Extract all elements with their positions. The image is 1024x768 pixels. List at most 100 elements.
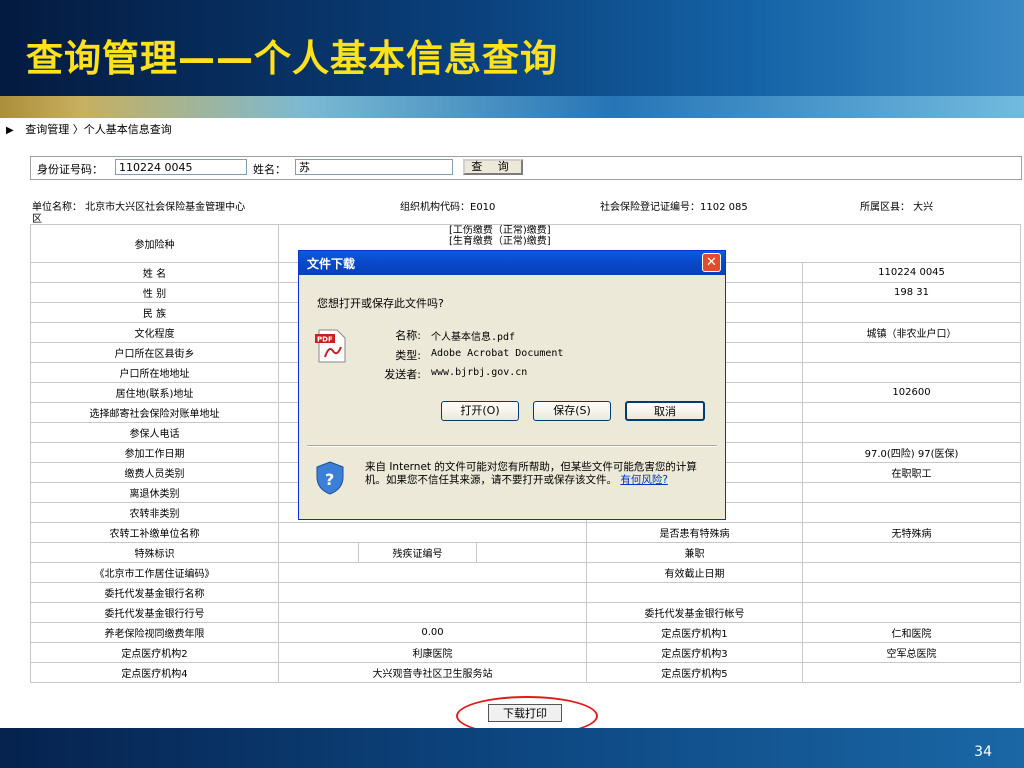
field-value-2 bbox=[801, 662, 1022, 683]
field-value-2 bbox=[801, 422, 1022, 443]
search-bar: 身份证号码： 110224 0045 姓名： 苏 查 询 bbox=[30, 156, 1022, 180]
table-row: 定点医疗机构2 利康医院 定点医疗机构3 空军总医院 bbox=[30, 642, 1022, 663]
field-value bbox=[278, 582, 587, 603]
pdf-file-icon: PDF bbox=[315, 329, 346, 363]
breadcrumb-text[interactable]: 查询管理 〉个人基本信息查询 bbox=[25, 123, 172, 136]
field-value-2: 102600 bbox=[801, 382, 1022, 403]
close-icon[interactable]: ✕ bbox=[702, 253, 721, 272]
field-value bbox=[278, 602, 587, 623]
org-code: 组织机构代码：E010 bbox=[400, 202, 496, 213]
header-wave bbox=[0, 96, 1024, 118]
field-label: 参保人电话 bbox=[30, 422, 279, 443]
file-name-value: 个人基本信息.pdf bbox=[431, 332, 516, 343]
field-label-2 bbox=[586, 582, 803, 603]
dialog-question: 您想打开或保存此文件吗? bbox=[317, 297, 444, 310]
field-label: 性 别 bbox=[30, 282, 279, 303]
field-label: 定点医疗机构2 bbox=[30, 642, 279, 663]
download-print-button[interactable]: 下载打印 bbox=[488, 704, 562, 722]
unit-name: 单位名称： 北京市大兴区社会保险基金管理中心 bbox=[32, 202, 246, 213]
field-label: 户口所在地地址 bbox=[30, 362, 279, 383]
cancel-button[interactable]: 取消 bbox=[625, 401, 705, 421]
field-label-2: 有效截止日期 bbox=[586, 562, 803, 583]
field-label: 户口所在区县街乡 bbox=[30, 342, 279, 363]
field-label-2: 定点医疗机构5 bbox=[586, 662, 803, 683]
field-value-2 bbox=[801, 362, 1022, 383]
svg-text:?: ? bbox=[325, 470, 334, 489]
field-label: 缴费人员类别 bbox=[30, 462, 279, 483]
field-value-2: 110224 0045 bbox=[801, 262, 1022, 283]
unit-info-row: 单位名称： 北京市大兴区社会保险基金管理中心 区 组织机构代码：E010 社会保… bbox=[30, 196, 1020, 225]
field-value-2 bbox=[801, 562, 1022, 583]
file-sender-key: 发送者: bbox=[384, 368, 421, 381]
field-value-2: 无特殊病 bbox=[801, 522, 1022, 543]
save-button[interactable]: 保存(S) bbox=[533, 401, 611, 421]
open-button[interactable]: 打开(O) bbox=[441, 401, 519, 421]
field-value-2 bbox=[801, 582, 1022, 603]
unit-name-wrap: 区 bbox=[32, 214, 42, 225]
insurance-line-2: [生育缴费（正常)缴费] bbox=[449, 236, 551, 247]
field-label: 养老保险视同缴费年限 bbox=[30, 622, 279, 643]
field-value-2: 在职职工 bbox=[801, 462, 1022, 483]
field-value-2: 仁和医院 bbox=[801, 622, 1022, 643]
field-label: 委托代发基金银行行号 bbox=[30, 602, 279, 623]
insurance-line-1: [工伤缴费（正常)缴费] bbox=[449, 225, 551, 237]
field-value-2: 198 31 bbox=[801, 282, 1022, 303]
dialog-title: 文件下载 bbox=[307, 257, 356, 271]
field-value-2 bbox=[801, 482, 1022, 503]
table-row: 定点医疗机构4 大兴观音寺社区卫生服务站 定点医疗机构5 bbox=[30, 662, 1022, 683]
field-label: 姓 名 bbox=[30, 262, 279, 283]
field-value-2 bbox=[801, 402, 1022, 423]
file-sender-value: www.bjrbj.gov.cn bbox=[431, 367, 528, 378]
id-number-input[interactable]: 110224 0045 bbox=[115, 159, 247, 175]
table-row: 农转工补缴单位名称 是否患有特殊病 无特殊病 bbox=[30, 522, 1022, 543]
table-row: 养老保险视同缴费年限 0.00 定点医疗机构1 仁和医院 bbox=[30, 622, 1022, 643]
field-label: 特殊标识 bbox=[30, 542, 279, 563]
field-label-2: 委托代发基金银行帐号 bbox=[586, 602, 803, 623]
field-label-2: 兼职 bbox=[586, 542, 803, 563]
field-value: 利康医院 bbox=[278, 642, 587, 663]
field-label: 选择邮寄社会保险对账单地址 bbox=[30, 402, 279, 423]
field-label: 离退休类别 bbox=[30, 482, 279, 503]
field-label: 参加工作日期 bbox=[30, 442, 279, 463]
field-value-2 bbox=[801, 302, 1022, 323]
table-row: 《北京市工作居住证编码》 有效截止日期 bbox=[30, 562, 1022, 583]
field-label-2: 定点医疗机构3 bbox=[586, 642, 803, 663]
file-download-dialog: 文件下载 ✕ 您想打开或保存此文件吗? PDF 名称: 个人基本信息.pdf 类… bbox=[298, 250, 726, 520]
breadcrumb: ▶ 查询管理 〉个人基本信息查询 bbox=[6, 121, 172, 137]
shield-warning-icon: ? bbox=[316, 461, 344, 495]
disability-label: 残疾证编号 bbox=[358, 542, 477, 563]
dialog-titlebar[interactable]: 文件下载 ✕ bbox=[299, 251, 725, 275]
svg-text:PDF: PDF bbox=[317, 336, 333, 344]
district: 所属区县： 大兴 bbox=[860, 202, 934, 213]
field-value-2 bbox=[801, 602, 1022, 623]
field-label: 民 族 bbox=[30, 302, 279, 323]
field-value-2: 97.0(四险) 97(医保) bbox=[801, 442, 1022, 463]
field-value-2 bbox=[801, 342, 1022, 363]
field-label: 农转非类别 bbox=[30, 502, 279, 523]
field-value bbox=[278, 542, 359, 563]
id-number-label: 身份证号码： bbox=[37, 163, 103, 176]
registration-number: 社会保险登记证编号：1102 085 bbox=[600, 202, 748, 213]
table-row: 委托代发基金银行行号 委托代发基金银行帐号 bbox=[30, 602, 1022, 623]
field-value-2 bbox=[801, 542, 1022, 563]
field-value: 0.00 bbox=[278, 622, 587, 643]
field-label-2: 是否患有特殊病 bbox=[586, 522, 803, 543]
query-button[interactable]: 查 询 bbox=[463, 159, 523, 175]
field-value bbox=[278, 562, 587, 583]
field-label: 文化程度 bbox=[30, 322, 279, 343]
field-value-2: 空军总医院 bbox=[801, 642, 1022, 663]
name-label: 姓名： bbox=[253, 163, 286, 176]
field-value: 大兴观音寺社区卫生服务站 bbox=[278, 662, 587, 683]
name-input[interactable]: 苏 bbox=[295, 159, 453, 175]
slide-header: 查询管理——个人基本信息查询 bbox=[0, 0, 1024, 118]
page-number: 34 bbox=[974, 744, 992, 760]
field-label: 《北京市工作居住证编码》 bbox=[30, 562, 279, 583]
field-label: 农转工补缴单位名称 bbox=[30, 522, 279, 543]
table-row: 委托代发基金银行名称 bbox=[30, 582, 1022, 603]
dialog-separator bbox=[307, 445, 717, 447]
field-value bbox=[278, 522, 587, 543]
disability-value bbox=[476, 542, 587, 563]
slide-footer bbox=[0, 728, 1024, 768]
risk-link[interactable]: 有何风险? bbox=[620, 474, 668, 486]
slide-title: 查询管理——个人基本信息查询 bbox=[26, 37, 558, 80]
